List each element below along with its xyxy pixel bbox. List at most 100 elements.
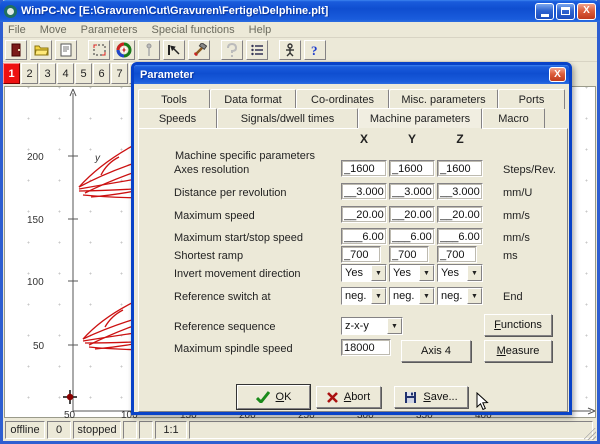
label-reference-sequence: Reference sequence: [174, 321, 276, 333]
tools-icon[interactable]: [188, 40, 210, 60]
close-button[interactable]: X: [577, 3, 596, 20]
abort-button[interactable]: Abort: [316, 386, 381, 408]
x-icon: [327, 392, 338, 403]
tool-5-button[interactable]: 5: [75, 63, 92, 84]
input-ramp-z[interactable]: [437, 246, 477, 263]
open-file-icon[interactable]: [30, 40, 52, 60]
start-icon[interactable]: [113, 40, 135, 60]
tool-3-button[interactable]: 3: [39, 63, 56, 84]
y-tick-150: 150: [27, 215, 44, 226]
tool-7-button[interactable]: 7: [111, 63, 128, 84]
tab-ports[interactable]: Ports: [498, 89, 565, 109]
tool-2-button[interactable]: 2: [21, 63, 38, 84]
file-info-icon[interactable]: [55, 40, 77, 60]
y-axis-letter: y: [94, 153, 101, 164]
input-axes-resolution-z[interactable]: [437, 160, 483, 177]
input-max-speed-y[interactable]: [389, 206, 435, 223]
label-reference-switch: Reference switch at: [174, 291, 271, 303]
input-start-stop-z[interactable]: [437, 228, 483, 245]
input-start-stop-x[interactable]: [341, 228, 387, 245]
input-distance-z[interactable]: [437, 183, 483, 200]
label-distance-per-revolution: Distance per revolution: [174, 187, 287, 199]
select-area-icon[interactable]: [88, 40, 110, 60]
select-ref-switch-y[interactable]: neg.▼: [389, 287, 435, 305]
status-zoom: 1:1: [155, 421, 187, 439]
tool-4-button[interactable]: 4: [57, 63, 74, 84]
machine-specific-groupbox-label: Machine specific parameters: [172, 150, 318, 162]
floppy-disk-icon: [404, 391, 417, 404]
minimize-button[interactable]: [535, 3, 554, 20]
select-reference-sequence[interactable]: z-x-y▼: [341, 317, 403, 335]
main-window: WinPC-NC [E:\Gravuren\Cut\Gravuren\Ferti…: [0, 0, 600, 444]
chevron-down-icon[interactable]: ▼: [419, 288, 434, 304]
tab-speeds[interactable]: Speeds: [138, 108, 217, 128]
pin-icon[interactable]: [138, 40, 160, 60]
status-bar: offline 0 stopped 1:1: [3, 419, 597, 441]
menu-file[interactable]: File: [8, 24, 26, 36]
menu-move[interactable]: Move: [40, 24, 67, 36]
input-max-speed-x[interactable]: [341, 206, 387, 223]
select-invert-x[interactable]: Yes▼: [341, 264, 387, 282]
input-axes-resolution-x[interactable]: [341, 160, 387, 177]
measure-button[interactable]: Measure: [484, 340, 552, 362]
unit-axes-resolution: Steps/Rev.: [503, 164, 556, 176]
select-invert-z[interactable]: Yes▼: [437, 264, 483, 282]
exit-icon[interactable]: [5, 40, 27, 60]
dialog-title: Parameter: [140, 69, 549, 81]
tab-tools[interactable]: Tools: [138, 89, 210, 109]
y-tick-50: 50: [33, 341, 45, 352]
teachin-icon[interactable]: [279, 40, 301, 60]
menu-bar: File Move Parameters Special functions H…: [3, 22, 597, 38]
joblist-icon[interactable]: [246, 40, 268, 60]
menu-special-functions[interactable]: Special functions: [152, 24, 235, 36]
label-maximum-speed: Maximum speed: [174, 210, 255, 222]
mouse-cursor: [476, 392, 489, 414]
label-spindle-speed: Maximum spindle speed: [174, 343, 293, 355]
chevron-down-icon[interactable]: ▼: [467, 265, 482, 281]
select-ref-switch-z[interactable]: neg.▼: [437, 287, 483, 305]
column-header-z: Z: [437, 132, 483, 146]
input-ramp-x[interactable]: [341, 246, 381, 263]
dialog-close-icon[interactable]: X: [549, 67, 566, 82]
ok-button[interactable]: OK: [237, 385, 310, 409]
axis4-button[interactable]: Axis 4: [401, 340, 471, 362]
chevron-down-icon[interactable]: ▼: [371, 265, 386, 281]
unit-distance: mm/U: [503, 187, 532, 199]
chevron-down-icon[interactable]: ▼: [371, 288, 386, 304]
input-distance-y[interactable]: [389, 183, 435, 200]
save-button[interactable]: Save...: [394, 386, 468, 408]
input-distance-x[interactable]: [341, 183, 387, 200]
tool-6-button[interactable]: 6: [93, 63, 110, 84]
maximize-button[interactable]: [556, 3, 575, 20]
chevron-down-icon[interactable]: ▼: [467, 288, 482, 304]
select-invert-y[interactable]: Yes▼: [389, 264, 435, 282]
select-ref-switch-x[interactable]: neg.▼: [341, 287, 387, 305]
status-message: [189, 421, 593, 439]
input-max-speed-z[interactable]: [437, 206, 483, 223]
resize-grip[interactable]: [584, 428, 596, 440]
menu-parameters[interactable]: Parameters: [81, 24, 138, 36]
menu-help[interactable]: Help: [249, 24, 272, 36]
check-icon: [256, 391, 270, 403]
tab-machine-parameters[interactable]: Machine parameters: [358, 108, 482, 129]
tab-macro[interactable]: Macro: [482, 108, 545, 128]
chevron-down-icon[interactable]: ▼: [387, 318, 402, 334]
svg-text:?: ?: [311, 43, 318, 57]
input-axes-resolution-y[interactable]: [389, 160, 435, 177]
functions-button[interactable]: Functions: [484, 314, 552, 336]
parameter-dialog: Parameter X Tools Data format Co-ordinat…: [131, 62, 572, 415]
unit-max-speed: mm/s: [503, 210, 530, 222]
input-spindle-speed[interactable]: [341, 339, 391, 356]
tab-signals-dwell-times[interactable]: Signals/dwell times: [217, 108, 358, 128]
help-icon[interactable]: ?: [304, 40, 326, 60]
chevron-down-icon[interactable]: ▼: [419, 265, 434, 281]
tab-misc-parameters[interactable]: Misc. parameters: [389, 89, 498, 109]
input-start-stop-y[interactable]: [389, 228, 435, 245]
redraw-icon[interactable]: [221, 40, 243, 60]
tab-data-format[interactable]: Data format: [210, 89, 296, 109]
tab-co-ordinates[interactable]: Co-ordinates: [296, 89, 389, 109]
reference-move-icon[interactable]: [163, 40, 185, 60]
tool-1-button[interactable]: 1: [3, 63, 20, 84]
y-tick-200: 200: [27, 152, 44, 163]
input-ramp-y[interactable]: [389, 246, 429, 263]
